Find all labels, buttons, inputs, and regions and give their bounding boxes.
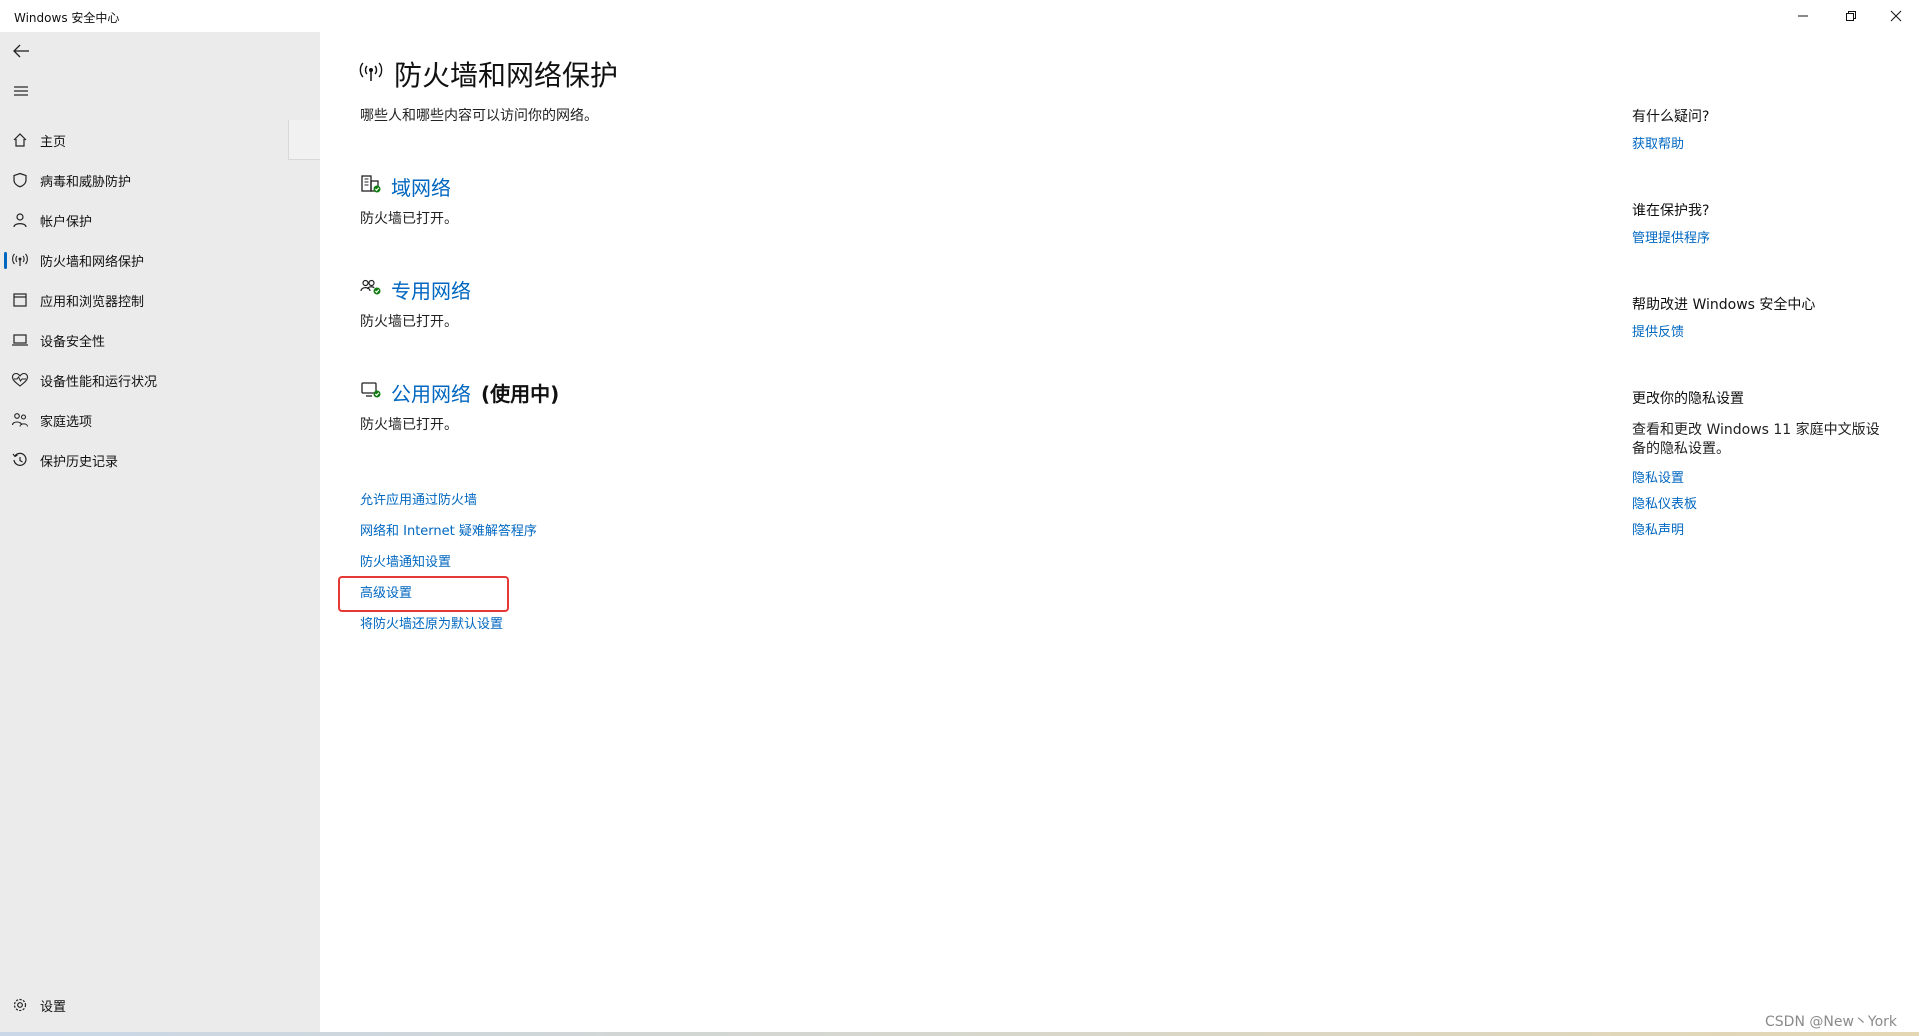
hamburger-menu-button[interactable] xyxy=(8,78,34,104)
page-header: 防火墙和网络保护 xyxy=(358,54,618,94)
network-status: 防火墙已打开。 xyxy=(360,417,458,433)
home-icon xyxy=(10,130,30,150)
antenna-icon xyxy=(358,61,384,87)
hamburger-icon xyxy=(14,86,28,96)
active-indicator xyxy=(4,252,7,269)
privacy-heading: 更改你的隐私设置 xyxy=(1632,391,1744,407)
improve-question: 帮助改进 Windows 安全中心 xyxy=(1632,297,1816,313)
sidebar-item-label: 主页 xyxy=(40,134,67,150)
in-use-badge: (使用中) xyxy=(481,381,560,406)
sidebar-item-label: 设备安全性 xyxy=(40,334,106,350)
public-network-icon xyxy=(360,380,382,404)
person-icon xyxy=(10,210,30,230)
notification-settings-link[interactable]: 防火墙通知设置 xyxy=(360,551,451,570)
sidebar: 主页 病毒和威胁防护 帐户保护 防火墙和网络保护 应用和浏览器控制 设备安全性 … xyxy=(0,32,320,1032)
sidebar-item-home[interactable]: 主页 xyxy=(0,122,320,158)
antenna-icon xyxy=(10,250,30,270)
troubleshooter-link[interactable]: 网络和 Internet 疑难解答程序 xyxy=(360,520,537,539)
page-title: 防火墙和网络保护 xyxy=(394,59,619,92)
title-bar: Windows 安全中心 xyxy=(0,0,1919,32)
minimize-icon xyxy=(1798,15,1808,17)
sidebar-item-firewall[interactable]: 防火墙和网络保护 xyxy=(0,242,320,278)
sidebar-item-history[interactable]: 保护历史记录 xyxy=(0,442,320,478)
feedback-link[interactable]: 提供反馈 xyxy=(1632,321,1684,340)
gear-icon xyxy=(10,995,30,1015)
sidebar-item-app-browser[interactable]: 应用和浏览器控制 xyxy=(0,282,320,318)
laptop-icon xyxy=(10,330,30,350)
network-section-domain: 域网络 防火墙已打开。 xyxy=(360,170,458,228)
network-status: 防火墙已打开。 xyxy=(360,314,458,330)
allow-app-link[interactable]: 允许应用通过防火墙 xyxy=(360,489,477,508)
watermark: CSDN @New丶York xyxy=(1765,1014,1898,1030)
public-network-link[interactable]: 公用网络 xyxy=(391,378,471,407)
sidebar-item-label: 家庭选项 xyxy=(40,414,93,430)
sidebar-item-label: 设备性能和运行状况 xyxy=(40,374,158,390)
highlight-annotation xyxy=(338,576,509,612)
protect-question: 谁在保护我? xyxy=(1632,203,1710,219)
restore-button[interactable] xyxy=(1828,4,1874,28)
sidebar-item-label: 帐户保护 xyxy=(40,214,93,230)
privacy-settings-link[interactable]: 隐私设置 xyxy=(1632,467,1684,486)
domain-network-link[interactable]: 域网络 xyxy=(391,172,451,201)
privacy-dashboard-link[interactable]: 隐私仪表板 xyxy=(1632,493,1697,512)
minimize-button[interactable] xyxy=(1780,4,1826,28)
page-subtitle: 哪些人和哪些内容可以访问你的网络。 xyxy=(360,108,598,124)
privacy-description: 查看和更改 Windows 11 家庭中文版设备的隐私设置。 xyxy=(1632,422,1880,457)
help-panel: 有什么疑问? 获取帮助 谁在保护我? 管理提供程序 帮助改进 Windows 安… xyxy=(1632,32,1902,632)
network-section-public: 公用网络 (使用中) 防火墙已打开。 xyxy=(360,376,559,434)
private-network-link[interactable]: 专用网络 xyxy=(391,275,471,304)
close-icon xyxy=(1890,10,1902,22)
sidebar-item-account[interactable]: 帐户保护 xyxy=(0,202,320,238)
sidebar-item-device-security[interactable]: 设备安全性 xyxy=(0,322,320,358)
sidebar-item-label: 应用和浏览器控制 xyxy=(40,294,145,310)
sidebar-item-label: 防火墙和网络保护 xyxy=(40,254,145,270)
back-button[interactable] xyxy=(8,38,34,64)
network-section-private: 专用网络 防火墙已打开。 xyxy=(360,273,471,331)
manage-providers-link[interactable]: 管理提供程序 xyxy=(1632,227,1710,246)
get-help-link[interactable]: 获取帮助 xyxy=(1632,133,1684,152)
window-title: Windows 安全中心 xyxy=(14,11,120,25)
sidebar-item-label: 保护历史记录 xyxy=(40,454,119,470)
sidebar-item-family[interactable]: 家庭选项 xyxy=(0,402,320,438)
restore-icon xyxy=(1846,11,1856,21)
taskbar-edge xyxy=(0,1032,1919,1036)
shield-icon xyxy=(10,170,30,190)
sidebar-item-device-health[interactable]: 设备性能和运行状况 xyxy=(0,362,320,398)
sidebar-item-label: 病毒和威胁防护 xyxy=(40,174,132,190)
sidebar-item-label: 设置 xyxy=(40,999,67,1015)
private-network-icon xyxy=(360,277,382,301)
back-arrow-icon xyxy=(13,44,29,58)
sidebar-item-settings[interactable]: 设置 xyxy=(0,987,320,1023)
heart-pulse-icon xyxy=(10,370,30,390)
restore-defaults-link[interactable]: 将防火墙还原为默认设置 xyxy=(360,613,503,632)
sidebar-item-virus[interactable]: 病毒和威胁防护 xyxy=(0,162,320,198)
family-icon xyxy=(10,410,30,430)
history-icon xyxy=(10,450,30,470)
main-content: 防火墙和网络保护 哪些人和哪些内容可以访问你的网络。 域网络 防火墙已打开。 专… xyxy=(320,32,1600,1032)
help-question: 有什么疑问? xyxy=(1632,109,1710,125)
security-center-window: Windows 安全中心 主页 病毒和威胁防护 帐户保护 防火墙和网络保护 应用… xyxy=(0,0,1919,1036)
domain-network-icon xyxy=(360,174,382,198)
close-button[interactable] xyxy=(1873,4,1919,28)
privacy-statement-link[interactable]: 隐私声明 xyxy=(1632,519,1684,538)
app-window-icon xyxy=(10,290,30,310)
network-status: 防火墙已打开。 xyxy=(360,211,458,227)
